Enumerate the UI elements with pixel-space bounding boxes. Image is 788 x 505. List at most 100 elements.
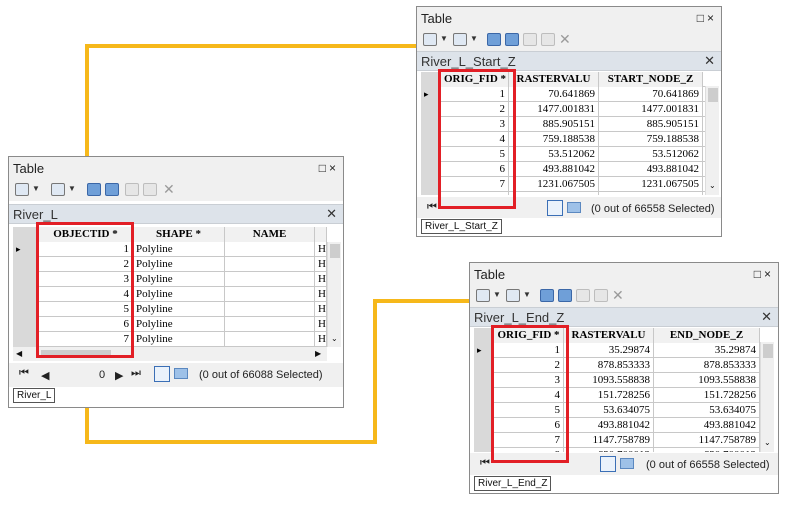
table-cell[interactable] <box>225 302 315 317</box>
zoom-to-selected-icon[interactable] <box>143 183 157 196</box>
scroll-right-icon[interactable]: ▶ <box>315 349 321 358</box>
table-cell[interactable]: 493.881042 <box>509 162 599 177</box>
table-cell[interactable]: 151.728256 <box>654 388 760 403</box>
delete-selected-icon[interactable]: ✕ <box>612 287 624 304</box>
table-cell[interactable]: 630.700012 <box>654 448 760 452</box>
switch-selection-icon[interactable] <box>505 33 519 46</box>
table-cell[interactable] <box>225 257 315 272</box>
table-cell[interactable] <box>225 317 315 332</box>
last-record-icon[interactable]: ⏭ <box>131 367 141 380</box>
table-cell[interactable]: 151.728256 <box>564 388 654 403</box>
chevron-down-icon[interactable]: ▼ <box>493 290 501 299</box>
clear-selection-icon[interactable] <box>576 289 590 302</box>
zoom-to-selected-icon[interactable] <box>594 289 608 302</box>
zoom-to-selected-icon[interactable] <box>541 33 555 46</box>
table-cell[interactable]: Polyline <box>133 272 225 287</box>
next-record-icon[interactable]: ▶ <box>115 369 123 382</box>
show-all-records-icon[interactable] <box>600 456 616 472</box>
table-cell[interactable]: 35.29874 <box>564 343 654 358</box>
scroll-thumb[interactable] <box>763 344 773 358</box>
first-record-icon[interactable]: ⏮ <box>19 367 29 380</box>
record-number-input[interactable]: 0 <box>99 369 105 381</box>
vertical-scrollbar[interactable]: ⌄ <box>760 342 774 452</box>
table-cell[interactable]: 878.853333 <box>654 358 760 373</box>
table-cell[interactable]: 53.634075 <box>654 403 760 418</box>
scroll-down-icon[interactable]: ⌄ <box>331 334 338 343</box>
table-cell[interactable]: 1231.067505 <box>599 177 703 192</box>
tab-table[interactable]: River_L_End_Z <box>474 476 552 491</box>
table-cell[interactable]: 1147.758789 <box>564 433 654 448</box>
select-by-attributes-icon[interactable] <box>87 183 101 196</box>
close-icon[interactable]: ✕ <box>704 53 715 69</box>
column-header[interactable] <box>315 227 327 242</box>
table-cell[interactable]: Polyline <box>133 287 225 302</box>
clear-selection-icon[interactable] <box>523 33 537 46</box>
tab-table[interactable]: River_L_Start_Z <box>421 219 502 234</box>
column-header[interactable]: END_NODE_Z <box>654 328 760 343</box>
table-cell[interactable]: 53.634075 <box>564 403 654 418</box>
related-tables-icon[interactable] <box>506 289 520 302</box>
window-controls[interactable]: □× <box>697 11 717 25</box>
table-cell[interactable]: 493.881042 <box>599 162 703 177</box>
table-options-icon[interactable] <box>15 183 29 196</box>
delete-selected-icon[interactable]: ✕ <box>559 31 571 48</box>
window-controls[interactable]: □× <box>319 161 339 175</box>
vertical-scrollbar[interactable]: ⌄ <box>705 86 719 195</box>
table-cell[interactable]: 1147.758789 <box>654 433 760 448</box>
table-cell[interactable]: 1477.001831 <box>509 102 599 117</box>
table-cell[interactable]: Polyline <box>133 242 225 257</box>
clear-selection-icon[interactable] <box>125 183 139 196</box>
chevron-down-icon[interactable]: ▼ <box>470 34 478 43</box>
scroll-down-icon[interactable]: ⌄ <box>709 181 716 190</box>
first-record-icon[interactable]: ⏮ <box>427 201 437 214</box>
scroll-thumb[interactable] <box>708 88 718 102</box>
table-cell[interactable]: 1477.001831 <box>599 102 703 117</box>
table-cell[interactable]: 53.512062 <box>599 147 703 162</box>
table-cell[interactable]: H <box>315 302 327 317</box>
table-cell[interactable]: 885.905151 <box>509 117 599 132</box>
table-cell[interactable]: 1231.067505 <box>509 177 599 192</box>
table-cell[interactable]: 53.512062 <box>509 147 599 162</box>
table-cell[interactable]: Polyline <box>133 332 225 347</box>
show-all-records-icon[interactable] <box>547 200 563 216</box>
table-cell[interactable]: 759.188538 <box>599 132 703 147</box>
table-cell[interactable]: 746.139404 <box>599 192 703 195</box>
table-cell[interactable]: 493.881042 <box>654 418 760 433</box>
column-header[interactable]: START_NODE_Z <box>599 72 703 87</box>
table-cell[interactable]: Polyline <box>133 317 225 332</box>
switch-selection-icon[interactable] <box>558 289 572 302</box>
table-cell[interactable]: Polyline <box>133 257 225 272</box>
table-cell[interactable]: 70.641869 <box>599 87 703 102</box>
table-cell[interactable]: Polyline <box>133 302 225 317</box>
table-cell[interactable]: H <box>315 272 327 287</box>
previous-record-icon[interactable]: ◀ <box>41 369 49 382</box>
table-cell[interactable] <box>225 332 315 347</box>
column-header[interactable]: RASTERVALU <box>564 328 654 343</box>
table-cell[interactable]: 630.700012 <box>564 448 654 452</box>
show-selected-records-icon[interactable] <box>174 368 188 379</box>
table-cell[interactable] <box>225 272 315 287</box>
column-header[interactable]: RASTERVALU <box>509 72 599 87</box>
table-cell[interactable]: H <box>315 287 327 302</box>
scroll-thumb[interactable] <box>330 244 340 258</box>
table-cell[interactable]: 1093.558838 <box>564 373 654 388</box>
table-options-icon[interactable] <box>423 33 437 46</box>
tab-table[interactable]: River_L <box>13 388 56 403</box>
chevron-down-icon[interactable]: ▼ <box>32 184 40 193</box>
chevron-down-icon[interactable]: ▼ <box>440 34 448 43</box>
table-cell[interactable] <box>225 287 315 302</box>
vertical-scrollbar[interactable]: ⌄ <box>327 242 341 347</box>
table-cell[interactable]: 759.188538 <box>509 132 599 147</box>
scroll-left-icon[interactable]: ◀ <box>16 349 22 358</box>
chevron-down-icon[interactable]: ▼ <box>523 290 531 299</box>
select-by-attributes-icon[interactable] <box>540 289 554 302</box>
show-selected-records-icon[interactable] <box>620 458 634 469</box>
table-cell[interactable]: H <box>315 242 327 257</box>
table-cell[interactable]: H <box>315 332 327 347</box>
close-icon[interactable]: ✕ <box>326 206 337 222</box>
column-header[interactable]: SHAPE * <box>133 227 225 242</box>
select-by-attributes-icon[interactable] <box>487 33 501 46</box>
table-options-icon[interactable] <box>476 289 490 302</box>
table-cell[interactable]: 35.29874 <box>654 343 760 358</box>
table-cell[interactable]: 878.853333 <box>564 358 654 373</box>
